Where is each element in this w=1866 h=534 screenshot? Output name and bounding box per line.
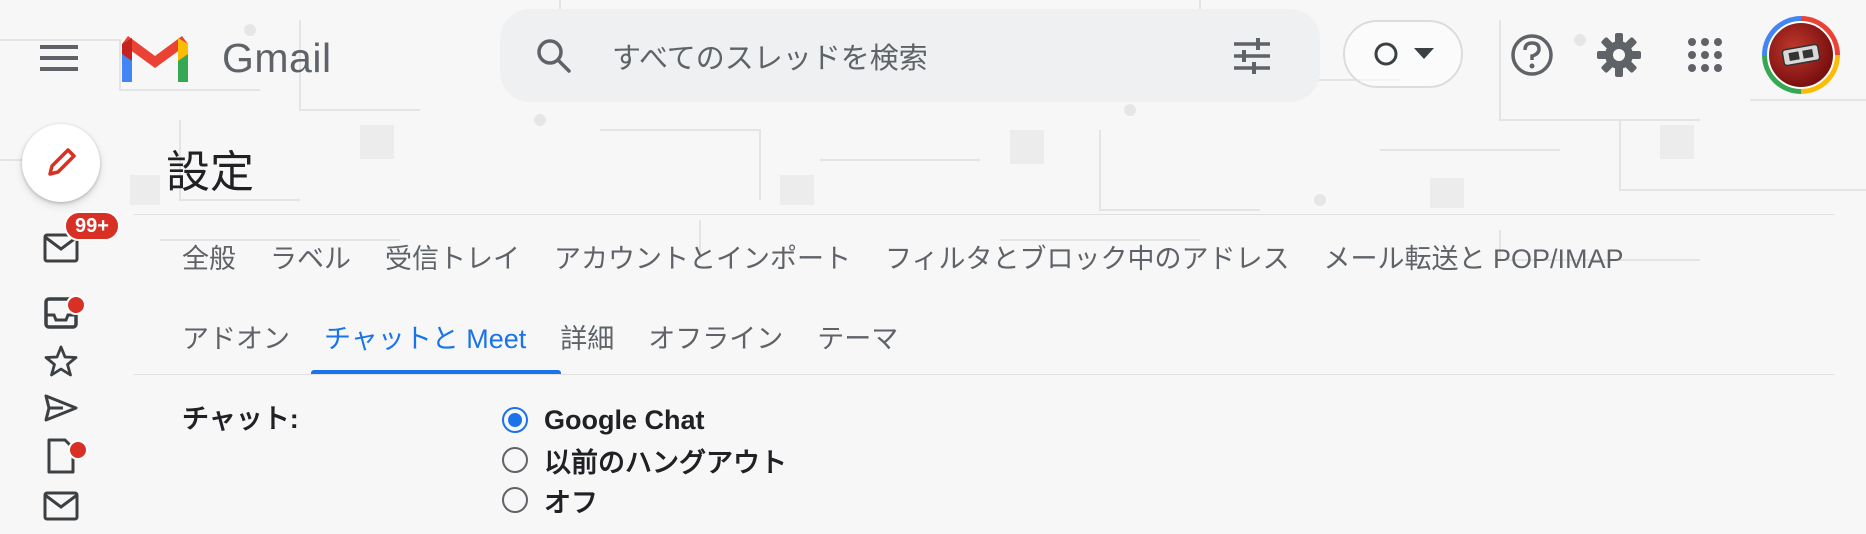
send-icon [44,394,78,422]
rail-starred-button[interactable] [38,341,84,381]
tab-general[interactable]: 全般 [182,230,253,282]
tabs-divider [134,374,1834,375]
tab-accounts-import[interactable]: アカウントとインポート [537,230,868,282]
rail-all-mail-button[interactable] [38,486,84,526]
gmail-m-icon [122,36,188,82]
tab-addons[interactable]: アドオン [182,310,307,362]
menu-icon [40,45,78,71]
avatar-emblem [1781,43,1821,67]
account-avatar[interactable] [1762,16,1840,94]
tab-advanced[interactable]: 詳細 [543,310,631,362]
main-menu-button[interactable] [34,32,86,84]
option-label: Google Chat [544,404,705,435]
avatar-image [1767,21,1835,89]
status-icon [1374,42,1398,66]
apps-button[interactable] [1679,29,1731,81]
help-icon [1511,34,1553,76]
title-divider [134,214,1834,215]
rail-sent-button[interactable] [38,388,84,428]
option-label: 以前のハングアウト [544,447,787,478]
settings-button[interactable] [1593,29,1645,81]
compose-button[interactable] [22,124,100,202]
chevron-down-icon [1414,48,1434,59]
option-google-chat[interactable]: Google Chat [502,400,787,440]
app-name: Gmail [222,34,332,81]
settings-tabs-row-1: 全般 ラベル 受信トレイ アカウントとインポート フィルタとブロック中のアドレス… [182,230,1641,282]
radio-classic-hangouts[interactable] [502,447,528,473]
chat-options: Google Chat 以前のハングアウト オフ [502,400,787,520]
option-label: オフ [544,487,598,518]
help-button[interactable] [1506,29,1558,81]
option-off[interactable]: オフ [502,480,787,520]
status-selector[interactable] [1343,20,1463,88]
tab-forwarding-pop-imap[interactable]: メール転送と POP/IMAP [1306,230,1640,282]
unread-count-badge: 99+ [64,211,120,241]
chat-notification-dot [66,295,86,315]
search-icon[interactable] [536,38,572,74]
option-classic-hangouts[interactable]: 以前のハングアウト [502,440,787,480]
tab-labels[interactable]: ラベル [253,230,368,282]
tab-offline[interactable]: オフライン [631,310,800,362]
mail-icon [43,491,79,521]
gear-icon [1597,33,1641,77]
search-input[interactable]: すべてのスレッドを検索 [612,35,1232,77]
tab-inbox[interactable]: 受信トレイ [368,230,537,282]
tab-chat-meet[interactable]: チャットと Meet [307,310,543,362]
gmail-logo[interactable]: Gmail [118,28,352,88]
tune-icon[interactable] [1232,36,1272,76]
search-bar[interactable]: すべてのスレッドを検索 [500,9,1320,102]
settings-tabs-row-2: アドオン チャットと Meet 詳細 オフライン テーマ [182,310,915,362]
star-icon [44,345,78,377]
apps-icon [1688,38,1722,72]
chat-setting-label: チャット: [182,404,299,434]
tab-filters-blocked[interactable]: フィルタとブロック中のアドレス [868,230,1306,282]
radio-google-chat[interactable] [502,407,528,433]
tab-themes[interactable]: テーマ [800,310,915,362]
pencil-icon [48,148,76,176]
page-title: 設定 [166,148,254,197]
radio-off[interactable] [502,487,528,513]
drafts-notification-dot [68,440,88,460]
